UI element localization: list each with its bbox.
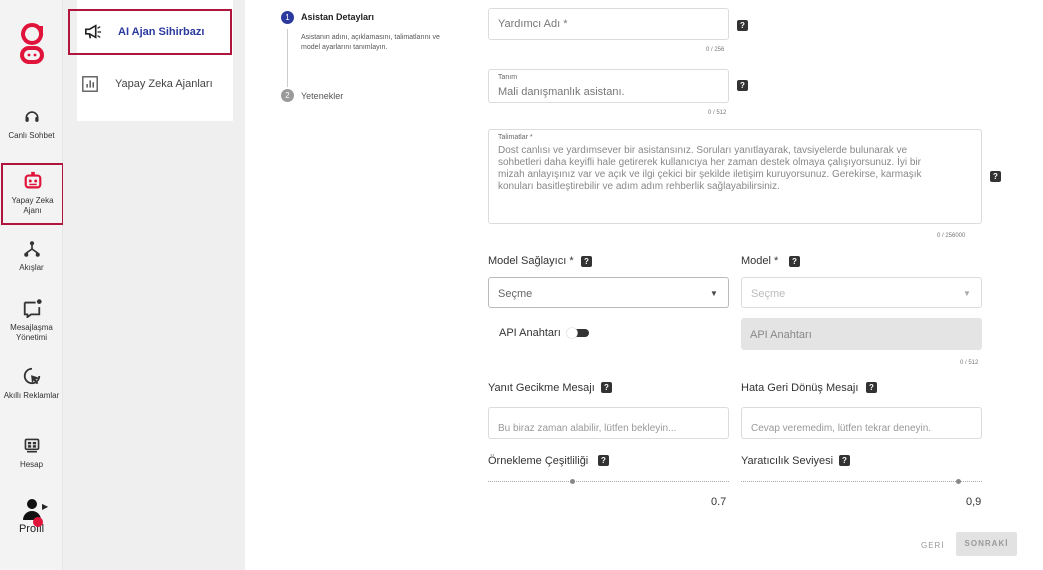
instructions-line: Dost canlısı ve yardımsever bir asistans… — [498, 145, 908, 156]
chart-icon — [82, 76, 98, 92]
instructions-textarea[interactable]: Talimatlar * Dost canlısı ve yardımsever… — [488, 129, 982, 224]
subnav-label: AI Ajan Sihirbazı — [118, 26, 205, 38]
brand-logo[interactable] — [19, 22, 45, 66]
help-icon[interactable]: ? — [866, 382, 877, 393]
flow-icon — [23, 241, 40, 257]
fallback-message-placeholder: Cevap veremedim, lütfen tekrar deneyin. — [751, 423, 932, 434]
step-title-details[interactable]: Asistan Detayları — [301, 12, 374, 22]
nav-label: Yapay Zeka Ajanı — [11, 196, 54, 215]
subnav-item-agent-wizard[interactable]: AI Ajan Sihirbazı — [68, 9, 232, 55]
instructions-line: konuları basitleştirebilir ve adım adım … — [498, 181, 780, 192]
main-nav: Canlı Sohbet Yapay Zeka Ajanı Akışlar Me… — [0, 0, 64, 570]
nav-item-flows[interactable]: Akışlar — [0, 240, 63, 273]
delay-message-placeholder: Bu biraz zaman alabilir, lütfen bekleyin… — [498, 423, 677, 434]
model-provider-value: Seçme — [498, 288, 533, 300]
fallback-message-input[interactable]: Cevap veremedim, lütfen tekrar deneyin. — [741, 407, 982, 439]
chevron-right-icon: ▶ — [42, 502, 49, 511]
help-icon[interactable]: ? — [737, 20, 748, 31]
step-number-1[interactable]: 1 — [281, 11, 294, 24]
description-input[interactable]: Tanım Mali danışmanlık asistanı. — [488, 69, 729, 103]
nav-item-live-chat[interactable]: Canlı Sohbet — [0, 108, 63, 141]
description-counter: 0 / 512 — [708, 110, 727, 116]
back-button[interactable]: GERİ — [921, 541, 945, 550]
step-title-skills[interactable]: Yetenekler — [301, 91, 343, 101]
subnav-wrapper: AI Ajan Sihirbazı Yapay Zeka Ajanları — [63, 0, 245, 570]
next-button[interactable]: SONRAKİ — [956, 532, 1017, 556]
model-label: Model * — [741, 255, 779, 267]
api-key-placeholder: API Anahtarı — [750, 329, 812, 341]
nav-item-messaging[interactable]: Mesajlaşma Yönetimi — [0, 298, 63, 343]
assistant-name-counter: 0 / 256 — [706, 47, 725, 53]
api-key-counter: 0 / 512 — [960, 360, 979, 366]
nav-label: Akıllı Reklamlar — [3, 391, 60, 400]
robot-icon — [24, 171, 41, 189]
model-provider-label: Model Sağlayıcı * — [488, 255, 574, 267]
profile-label: Profil — [18, 523, 45, 535]
description-value: Mali danışmanlık asistanı. — [498, 86, 625, 98]
sampling-slider[interactable] — [488, 481, 729, 482]
api-key-input: API Anahtarı — [741, 318, 982, 350]
nav-label: Hesap — [19, 460, 44, 469]
nav-item-account[interactable]: Hesap — [0, 437, 63, 470]
description-label: Tanım — [498, 74, 518, 81]
cursor-icon — [23, 367, 40, 385]
instructions-line: sohbetleri daha keyifli hale getirerek k… — [498, 157, 921, 168]
nav-item-smart-ads[interactable]: Akıllı Reklamlar — [0, 366, 63, 401]
megaphone-icon — [84, 24, 102, 39]
assistant-name-input[interactable]: Yardımcı Adı * — [488, 8, 729, 40]
help-icon[interactable]: ? — [598, 455, 609, 466]
message-icon — [23, 299, 42, 318]
instructions-line: mizah anlayışınız var ve açık ve ilgi çe… — [498, 169, 922, 180]
sampling-slider-knob[interactable] — [570, 479, 576, 484]
instructions-counter: 0 / 256000 — [937, 233, 966, 239]
account-icon — [24, 438, 39, 453]
help-icon[interactable]: ? — [990, 171, 1001, 182]
model-select[interactable]: Seçme ▼ — [741, 277, 982, 308]
help-icon[interactable]: ? — [839, 455, 850, 466]
step-description: Asistanın adını, açıklamasını, talimatla… — [301, 34, 440, 51]
app-root: Canlı Sohbet Yapay Zeka Ajanı Akışlar Me… — [0, 0, 1043, 570]
chevron-down-icon: ▼ — [963, 289, 971, 298]
creativity-slider-knob[interactable] — [955, 479, 961, 484]
model-value: Seçme — [751, 288, 786, 300]
api-key-toggle[interactable] — [565, 327, 591, 339]
chevron-down-icon: ▼ — [710, 289, 718, 298]
help-icon[interactable]: ? — [737, 80, 748, 91]
profile-menu[interactable]: ▶ Profil — [0, 497, 63, 535]
subnav-item-ai-agents[interactable]: Yapay Zeka Ajanları — [77, 64, 233, 104]
assistant-name-placeholder: Yardımcı Adı * — [498, 18, 568, 30]
nav-label: Akışlar — [19, 263, 44, 272]
fallback-message-label: Hata Geri Dönüş Mesajı — [741, 382, 859, 394]
api-key-toggle-label: API Anahtarı — [499, 327, 561, 339]
nav-label: Mesajlaşma Yönetimi — [10, 323, 53, 342]
help-icon[interactable]: ? — [789, 256, 800, 267]
sampling-value: 0.7 — [711, 496, 727, 508]
model-provider-select[interactable]: Seçme ▼ — [488, 277, 729, 308]
step-number-2[interactable]: 2 — [281, 89, 294, 102]
instructions-label: Talimatlar * — [498, 134, 533, 141]
status-dot — [33, 517, 43, 527]
headset-icon — [24, 111, 39, 122]
creativity-label: Yaratıcılık Seviyesi — [741, 455, 834, 467]
subnav-label: Yapay Zeka Ajanları — [115, 78, 213, 90]
help-icon[interactable]: ? — [601, 382, 612, 393]
sampling-label: Örnekleme Çeşitliliği — [488, 455, 589, 467]
help-icon[interactable]: ? — [581, 256, 592, 267]
instructions-value: Dost canlısı ve yardımsever bir asistans… — [498, 145, 921, 193]
delay-message-input[interactable]: Bu biraz zaman alabilir, lütfen bekleyin… — [488, 407, 729, 439]
nav-label: Canlı Sohbet — [8, 131, 55, 140]
nav-item-ai-agent[interactable]: Yapay Zeka Ajanı — [1, 163, 64, 225]
delay-message-label: Yanıt Gecikme Mesajı — [488, 382, 595, 394]
step-connector — [287, 29, 288, 87]
creativity-value: 0,9 — [966, 496, 982, 508]
creativity-slider[interactable] — [741, 481, 982, 482]
